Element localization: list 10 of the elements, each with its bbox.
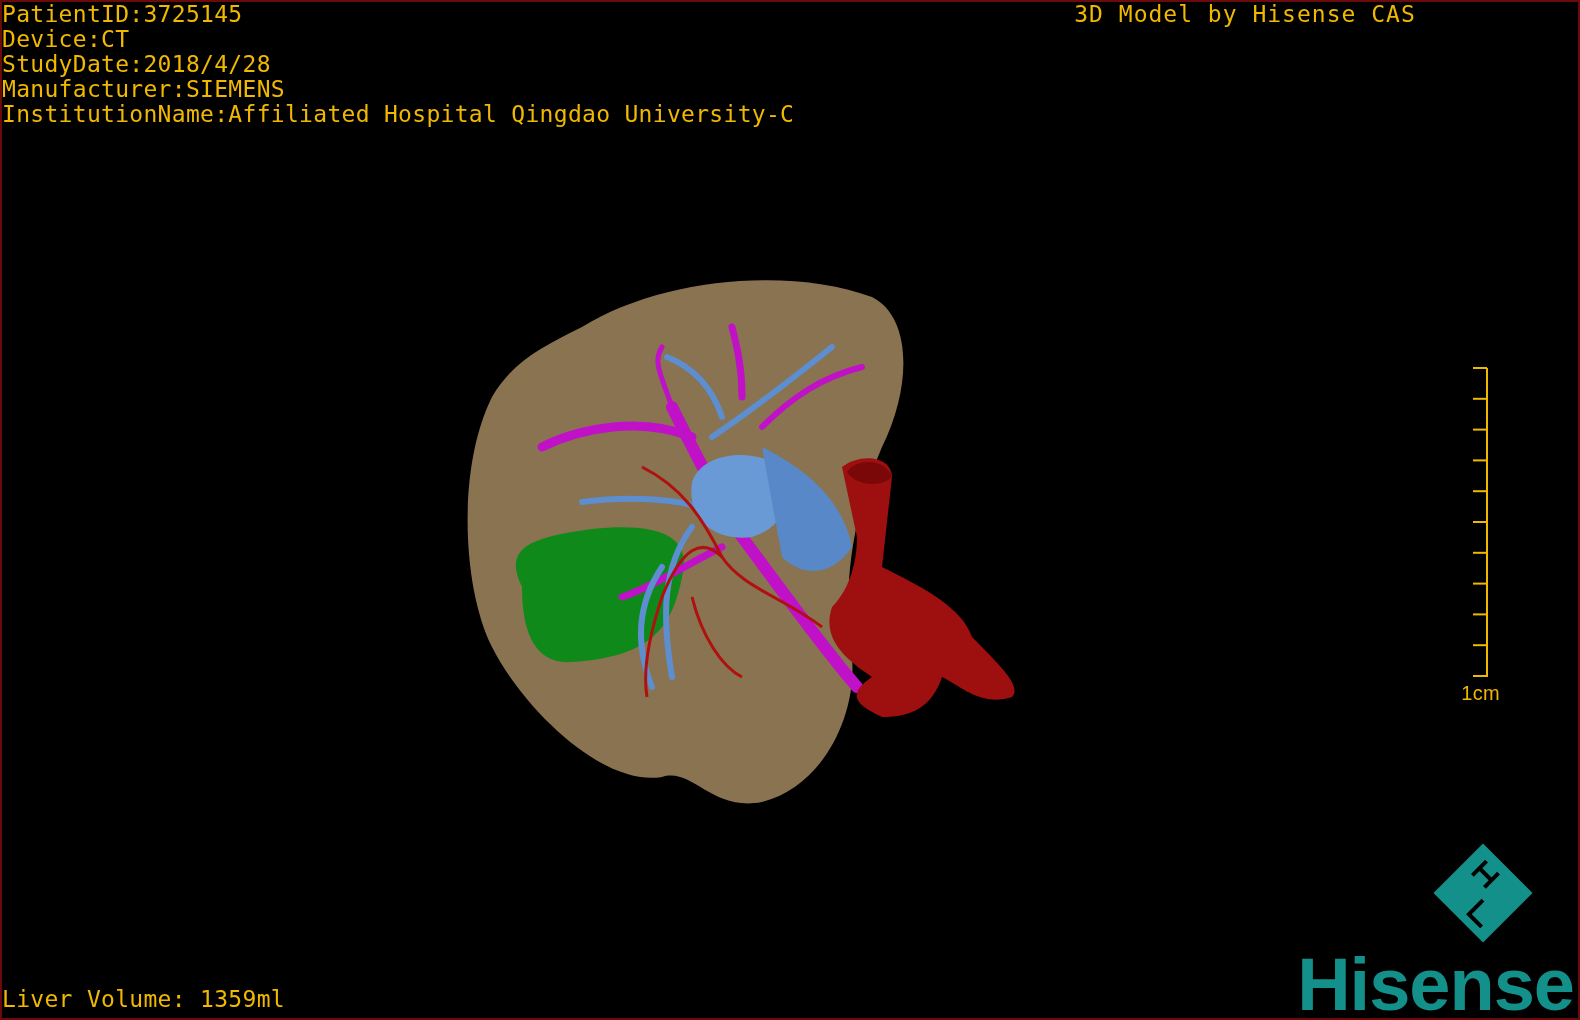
patient-info-line: InstitutionName:Affiliated Hospital Qingdao University-C	[2, 102, 795, 127]
liver-volume-text: Liver Volume: 1359ml	[2, 987, 285, 1012]
patient-info-line: Device:CT	[2, 27, 131, 52]
scale-label: 1cm	[1461, 681, 1500, 706]
patient-info-line: PatientID:3725145	[2, 2, 244, 27]
logo-wordmark: Hisense	[1297, 952, 1574, 1018]
viewer-title: 3D Model by Hisense CAS	[1074, 2, 1416, 29]
patient-info-line: StudyDate:2018/4/28	[2, 52, 272, 77]
patient-info-line: Manufacturer:SIEMENS	[2, 77, 286, 102]
scale-bar-icon	[1470, 367, 1491, 679]
